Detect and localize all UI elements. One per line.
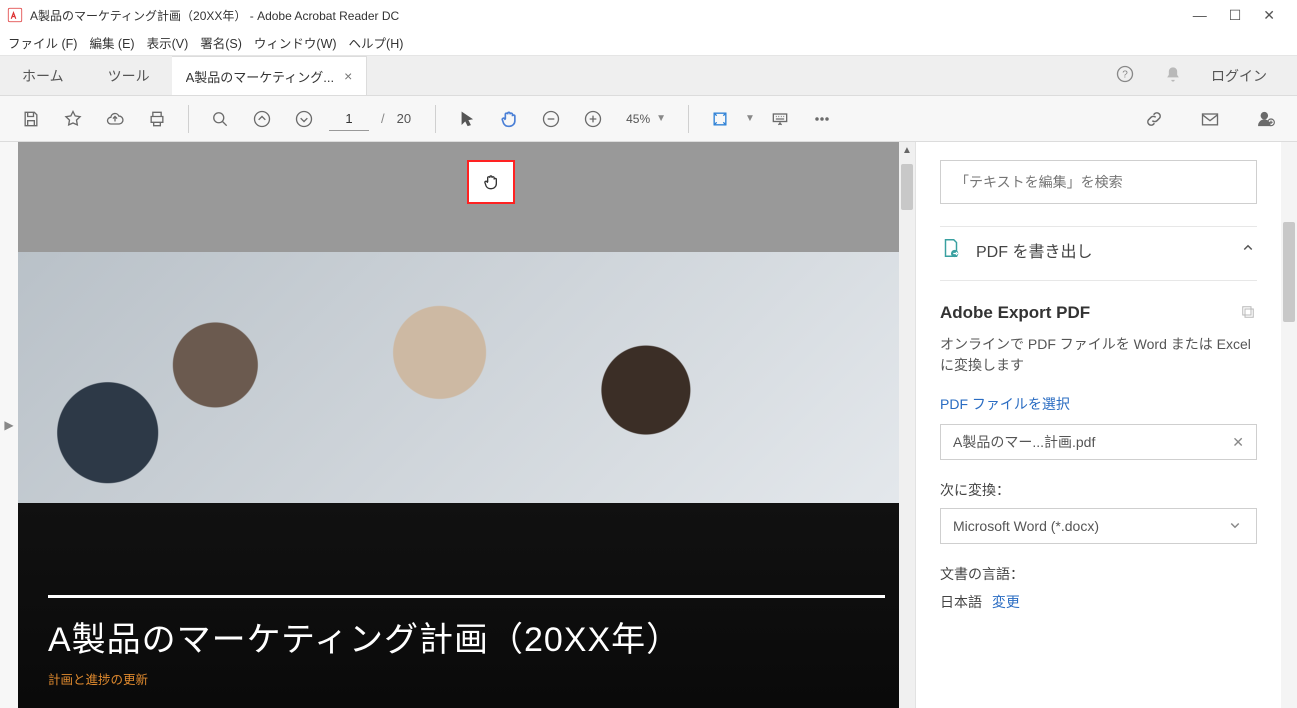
page-separator: / — [381, 111, 385, 126]
svg-text:?: ? — [1122, 69, 1128, 80]
scroll-up-arrow-icon[interactable]: ▲ — [902, 142, 912, 158]
scroll-thumb[interactable] — [901, 164, 913, 210]
toolbar-separator — [688, 105, 689, 133]
dropdown-arrow-icon[interactable]: ▼ — [745, 113, 755, 124]
select-pdf-link[interactable]: PDF ファイルを選択 — [940, 394, 1070, 414]
tab-tools[interactable]: ツール — [86, 56, 172, 95]
pdf-page: A製品のマーケティング計画（20XX年） 計画と進捗の更新 — [18, 252, 915, 708]
selected-file-field[interactable]: A製品のマー...計画.pdf ✕ — [940, 424, 1257, 460]
zoom-out-icon[interactable] — [534, 102, 568, 136]
document-language-label: 文書の言語： — [940, 564, 1257, 584]
title-divider — [48, 595, 885, 598]
chevron-up-icon — [1239, 239, 1257, 260]
menu-view[interactable]: 表示(V) — [147, 33, 189, 52]
tab-home[interactable]: ホーム — [0, 56, 86, 95]
page-hero-image — [18, 252, 915, 503]
selection-cursor-icon[interactable] — [450, 102, 484, 136]
keyboard-input-icon[interactable] — [763, 102, 797, 136]
tab-document[interactable]: A製品のマーケティング... × — [172, 56, 368, 95]
export-pdf-label: PDF を書き出し — [976, 238, 1092, 262]
menu-sign[interactable]: 署名(S) — [200, 33, 242, 52]
convert-format-value: Microsoft Word (*.docx) — [953, 518, 1099, 534]
selected-file-name: A製品のマー...計画.pdf — [953, 432, 1095, 452]
close-button[interactable]: ✕ — [1263, 7, 1275, 24]
minimize-button[interactable]: — — [1193, 7, 1207, 24]
panel-scroll-thumb[interactable] — [1283, 222, 1295, 322]
tools-search-box[interactable] — [940, 160, 1257, 204]
page-total: 20 — [397, 111, 411, 126]
viewer-wrap: ▶ A製品のマーケティング計画（20XX年） 計画と進捗の更新 ▲ — [0, 142, 915, 708]
dropdown-arrow-icon: ▼ — [656, 113, 666, 124]
page-down-icon[interactable] — [287, 102, 321, 136]
star-icon[interactable] — [56, 102, 90, 136]
search-icon[interactable] — [203, 102, 237, 136]
fit-page-icon[interactable] — [703, 102, 737, 136]
print-icon[interactable] — [140, 102, 174, 136]
tools-search-input[interactable] — [955, 174, 1242, 190]
hand-cursor-highlight — [467, 160, 515, 204]
export-pdf-icon — [940, 237, 962, 262]
menu-edit[interactable]: 編集 (E) — [89, 33, 134, 52]
email-icon[interactable] — [1193, 102, 1227, 136]
document-viewer[interactable]: A製品のマーケティング計画（20XX年） 計画と進捗の更新 ▲ — [18, 142, 915, 708]
app-icon — [6, 6, 24, 24]
chevron-down-icon — [1226, 516, 1244, 537]
login-button[interactable]: ログイン — [1211, 66, 1267, 86]
export-pdf-section-header[interactable]: PDF を書き出し — [940, 226, 1257, 281]
cloud-upload-icon[interactable] — [98, 102, 132, 136]
viewer-scrollbar[interactable]: ▲ — [899, 142, 915, 708]
zoom-level-dropdown[interactable]: 45% ▼ — [618, 112, 674, 126]
tab-document-label: A製品のマーケティング... — [186, 67, 334, 86]
tab-close-button[interactable]: × — [344, 68, 352, 84]
maximize-button[interactable]: ☐ — [1229, 7, 1242, 24]
content-area: ▶ A製品のマーケティング計画（20XX年） 計画と進捗の更新 ▲ — [0, 142, 1297, 708]
menu-window[interactable]: ウィンドウ(W) — [254, 33, 337, 52]
document-language-value: 日本語 — [940, 594, 982, 610]
clear-file-icon[interactable]: ✕ — [1232, 434, 1244, 451]
page-up-icon[interactable] — [245, 102, 279, 136]
document-title: A製品のマーケティング計画（20XX年） — [48, 612, 885, 661]
menu-bar: ファイル (F) 編集 (E) 表示(V) 署名(S) ウィンドウ(W) ヘルプ… — [0, 30, 1297, 56]
zoom-value: 45% — [626, 112, 650, 126]
toolbar-separator — [188, 105, 189, 133]
menu-help[interactable]: ヘルプ(H) — [349, 33, 404, 52]
convert-to-label: 次に変換： — [940, 480, 1257, 500]
menu-file[interactable]: ファイル (F) — [8, 33, 77, 52]
export-description: オンラインで PDF ファイルを Word または Excel に変換します — [940, 334, 1257, 376]
toolbar: / 20 45% ▼ ▼ — [0, 96, 1297, 142]
save-icon[interactable] — [14, 102, 48, 136]
toolbar-separator — [435, 105, 436, 133]
hand-tool-icon[interactable] — [492, 102, 526, 136]
change-language-link[interactable]: 変更 — [992, 594, 1020, 610]
help-icon[interactable]: ? — [1115, 64, 1135, 87]
more-tools-icon[interactable] — [805, 102, 839, 136]
window-title: A製品のマーケティング計画（20XX年） - Adobe Acrobat Rea… — [30, 7, 1193, 24]
add-person-icon[interactable] — [1249, 102, 1283, 136]
tab-strip: ホーム ツール A製品のマーケティング... × ? ログイン — [0, 56, 1297, 96]
copy-icon[interactable] — [1239, 303, 1257, 324]
notification-bell-icon[interactable] — [1163, 64, 1183, 87]
left-gutter-expand[interactable]: ▶ — [0, 142, 18, 708]
share-link-icon[interactable] — [1137, 102, 1171, 136]
page-number-input[interactable] — [329, 107, 369, 131]
zoom-in-icon[interactable] — [576, 102, 610, 136]
document-subtitle: 計画と進捗の更新 — [48, 669, 885, 688]
title-bar: A製品のマーケティング計画（20XX年） - Adobe Acrobat Rea… — [0, 0, 1297, 30]
export-service-title: Adobe Export PDF — [940, 303, 1090, 323]
tools-panel: PDF を書き出し Adobe Export PDF オンラインで PDF ファ… — [915, 142, 1297, 708]
chevron-right-icon: ▶ — [4, 418, 13, 432]
panel-scrollbar[interactable] — [1281, 142, 1297, 708]
convert-format-select[interactable]: Microsoft Word (*.docx) — [940, 508, 1257, 544]
